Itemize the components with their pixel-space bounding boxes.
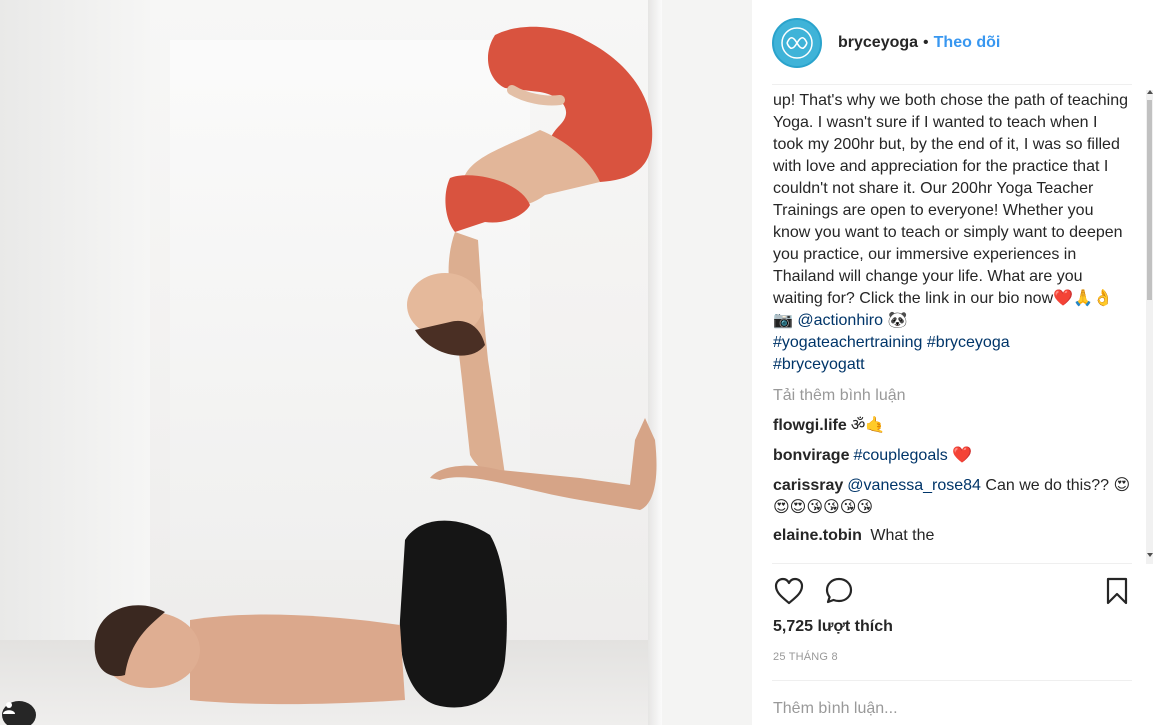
bookmark-icon (1106, 577, 1128, 605)
post-date[interactable]: 25 THÁNG 8 (773, 651, 838, 663)
comment-mention[interactable]: @vanessa_rose84 (847, 477, 981, 494)
header-user-row: bryceyoga • Theo dõi (838, 34, 1000, 52)
comment-hashtag[interactable]: #couplegoals (853, 447, 947, 464)
scroll-up-arrow-icon[interactable] (1147, 90, 1153, 94)
post-details-panel: bryceyoga • Theo dõi up! That's why we b… (752, 0, 1153, 725)
like-button[interactable] (772, 574, 806, 608)
add-comment-divider (772, 680, 1132, 681)
header-divider (772, 84, 1132, 85)
hashtag-link[interactable]: #bryceyoga (927, 334, 1010, 351)
add-comment-input[interactable] (773, 695, 1131, 723)
yoga-figures-illustration (94, 26, 657, 708)
comment-username[interactable]: elaine.tobin (773, 527, 862, 544)
save-button[interactable] (1100, 574, 1134, 608)
comment-bubble-icon (825, 577, 853, 604)
comment-username[interactable]: carissray (773, 477, 843, 494)
caption-panda-emoji: 🐼 (887, 312, 908, 329)
user-tag-icon (3, 702, 15, 714)
comment-item: bonvirage #couplegoals ❤️ (773, 445, 1131, 467)
follow-button[interactable]: Theo dõi (934, 34, 1001, 52)
comment-text: ❤️ (947, 447, 973, 464)
avatar[interactable] (772, 17, 822, 68)
comment-username[interactable]: bonvirage (773, 447, 849, 464)
post-photo[interactable] (0, 0, 752, 725)
username-link[interactable]: bryceyoga (838, 34, 918, 52)
likes-count[interactable]: 5,725 lượt thích (773, 618, 893, 636)
comment-button[interactable] (822, 574, 856, 608)
scroll-down-arrow-icon[interactable] (1147, 553, 1153, 557)
hashtag-link[interactable]: #yogateachertraining (773, 334, 922, 351)
comment-username[interactable]: flowgi.life (773, 417, 847, 434)
comments-list[interactable]: up! That's why we both chose the path of… (773, 90, 1131, 564)
actions-divider (772, 563, 1132, 564)
comment-item: flowgi.life ॐ🤙 (773, 415, 1131, 437)
heart-icon (774, 577, 804, 605)
comment-text: ॐ🤙 (850, 417, 886, 434)
load-more-comments-button[interactable]: Tải thêm bình luận (773, 385, 1131, 407)
scrollbar-thumb[interactable] (1147, 100, 1152, 300)
hashtag-link[interactable]: #bryceyogatt (773, 356, 865, 373)
brand-logo-icon (781, 26, 813, 59)
comment-text: What the (865, 527, 935, 544)
post-header: bryceyoga • Theo dõi (752, 0, 1153, 85)
comment-item: elaine.tobin What the (773, 525, 1131, 547)
comment-item: carissray @vanessa_rose84 Can we do this?… (773, 475, 1131, 519)
separator-dot: • (923, 33, 929, 51)
caption-text: up! That's why we both chose the path of… (773, 92, 1128, 307)
caption-mention[interactable]: @actionhiro (797, 312, 883, 329)
post-actions (772, 574, 1134, 610)
user-tag-button[interactable] (2, 701, 36, 725)
post-caption: up! That's why we both chose the path of… (773, 90, 1131, 376)
